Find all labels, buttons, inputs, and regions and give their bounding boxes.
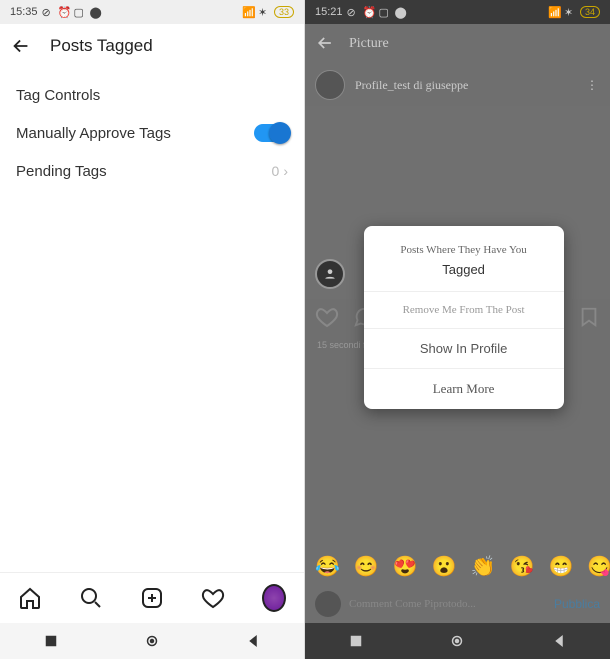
circle-icon: ⬤ xyxy=(90,6,102,18)
pending-tags-label: Pending Tags xyxy=(16,163,107,180)
status-bar: 15:35 ⊘ ⏰ ▢ ⬤ 📶 ✶ 33 xyxy=(0,0,304,24)
post-image[interactable] xyxy=(305,106,610,299)
signal-icon: 📶 xyxy=(242,6,254,18)
home-tab[interactable] xyxy=(18,586,42,610)
status-bar: 15:21 ⊘ ⏰ ▢ ⬤ 📶 ✶ 34 xyxy=(305,0,610,24)
emoji-option[interactable]: 😘 xyxy=(510,554,535,579)
add-post-tab[interactable] xyxy=(140,586,164,610)
post-actions xyxy=(305,299,610,340)
emoji-option[interactable]: 😋 xyxy=(587,554,610,579)
author-name[interactable]: Profile_test di giuseppe xyxy=(355,78,468,93)
app-tab-bar xyxy=(0,572,304,623)
chevron-right-icon: › xyxy=(283,163,288,179)
author-avatar[interactable] xyxy=(315,70,345,100)
comment-composer: Comment Come Piprotodo... Pubblica xyxy=(305,585,610,623)
header-title: Picture xyxy=(349,36,389,52)
search-tab[interactable] xyxy=(79,586,103,610)
wifi-icon: ✶ xyxy=(258,6,270,18)
publish-button[interactable]: Pubblica xyxy=(554,597,600,611)
battery-icon: 33 xyxy=(274,6,294,18)
square-icon: ▢ xyxy=(74,6,86,18)
status-time: 15:21 xyxy=(315,6,343,18)
comment-button[interactable] xyxy=(353,306,375,333)
emoji-option[interactable]: 😍 xyxy=(393,554,418,579)
dnd-icon: ⊘ xyxy=(42,6,54,18)
square-icon: ▢ xyxy=(379,6,391,18)
system-nav xyxy=(305,623,610,659)
emoji-quick-row: 😂 😊 😍 😮 👏 😘 😁 😋 xyxy=(305,548,610,585)
wifi-icon: ✶ xyxy=(564,6,576,18)
battery-icon: 34 xyxy=(580,6,600,18)
circle-icon: ⬤ xyxy=(395,6,407,18)
back-button[interactable] xyxy=(315,33,335,56)
nav-back[interactable] xyxy=(244,632,262,650)
profile-avatar-icon xyxy=(262,584,286,612)
status-time: 15:35 xyxy=(10,6,38,18)
manually-approve-toggle[interactable] xyxy=(254,124,288,142)
activity-tab[interactable] xyxy=(201,586,225,610)
emoji-option[interactable]: 😮 xyxy=(432,554,457,579)
system-nav xyxy=(0,623,304,659)
manually-approve-row: Manually Approve Tags xyxy=(16,114,288,152)
emoji-option[interactable]: 😊 xyxy=(354,554,379,579)
comment-input[interactable]: Comment Come Piprotodo... xyxy=(349,598,546,610)
emoji-option[interactable]: 👏 xyxy=(471,554,496,579)
post-time: 15 secondi fa xyxy=(305,340,610,356)
my-avatar xyxy=(315,591,341,617)
like-button[interactable] xyxy=(315,305,339,334)
manually-approve-label: Manually Approve Tags xyxy=(16,125,171,142)
emoji-option[interactable]: 😂 xyxy=(315,554,340,579)
alarm-icon: ⏰ xyxy=(58,6,70,18)
phone-right-screen: 15:21 ⊘ ⏰ ▢ ⬤ 📶 ✶ 34 Picture Profile_tes… xyxy=(305,0,610,659)
share-button[interactable] xyxy=(389,306,411,333)
profile-tab[interactable] xyxy=(262,586,286,610)
nav-recents[interactable] xyxy=(347,632,365,650)
nav-home[interactable] xyxy=(143,632,161,650)
phone-left-screen: 15:35 ⊘ ⏰ ▢ ⬤ 📶 ✶ 33 Posts Tagged Tag Co… xyxy=(0,0,305,659)
signal-icon: 📶 xyxy=(548,6,560,18)
pending-tags-row[interactable]: Pending Tags 0 › xyxy=(16,152,288,190)
nav-recents[interactable] xyxy=(42,632,60,650)
tag-controls-row[interactable]: Tag Controls xyxy=(16,76,288,114)
post-menu-button[interactable]: ⋮ xyxy=(586,78,600,92)
page-title: Posts Tagged xyxy=(50,36,153,56)
post-header: Picture xyxy=(305,24,610,64)
tagged-person-badge[interactable] xyxy=(315,259,345,289)
alarm-icon: ⏰ xyxy=(363,6,375,18)
post-author-row: Profile_test di giuseppe ⋮ xyxy=(305,64,610,106)
nav-home[interactable] xyxy=(448,632,466,650)
tag-controls-label: Tag Controls xyxy=(16,87,100,104)
settings-header: Posts Tagged xyxy=(0,24,304,68)
dnd-icon: ⊘ xyxy=(347,6,359,18)
back-button[interactable] xyxy=(10,35,32,57)
pending-tags-count: 0 xyxy=(272,163,280,179)
emoji-option[interactable]: 😁 xyxy=(548,554,573,579)
nav-back[interactable] xyxy=(550,632,568,650)
save-button[interactable] xyxy=(578,306,600,333)
